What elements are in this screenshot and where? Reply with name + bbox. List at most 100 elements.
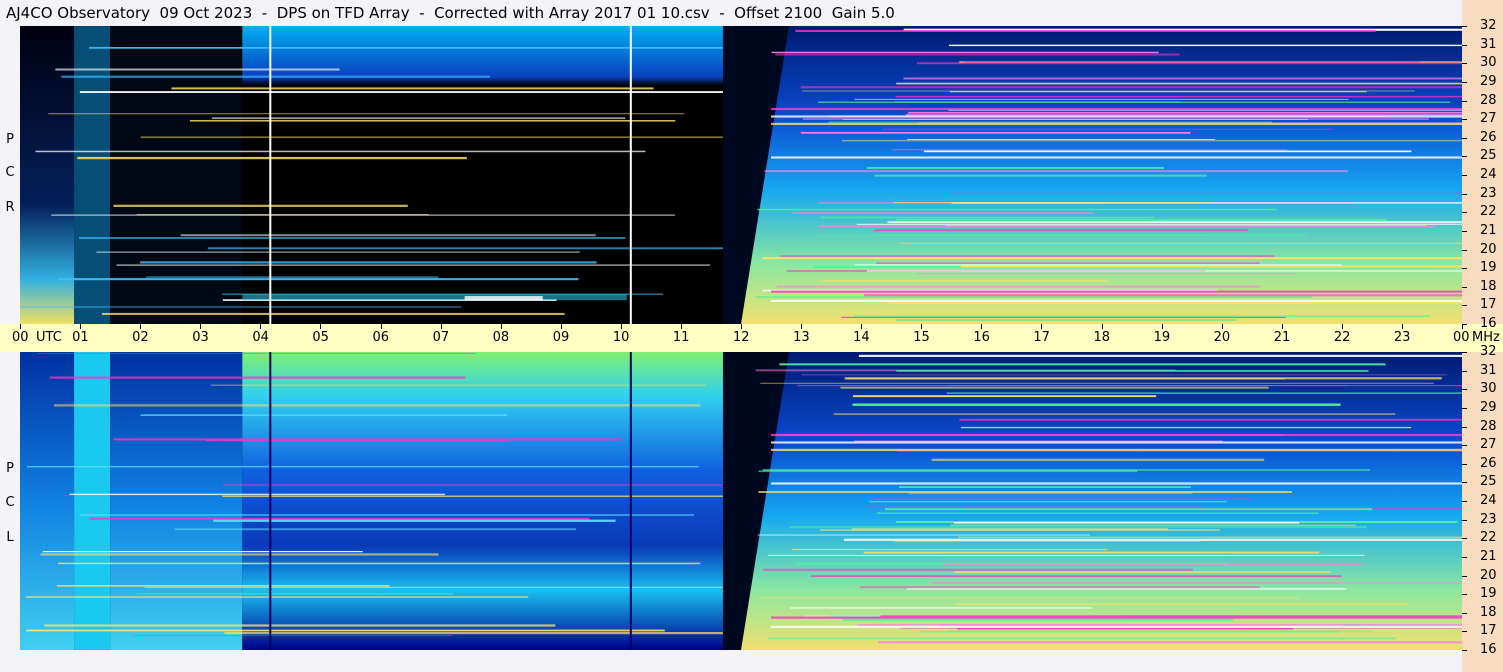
- emission-streak: [840, 386, 1269, 389]
- time-tick-mark: [200, 324, 202, 329]
- emission-streak: [900, 242, 1462, 244]
- night-streak: [61, 75, 490, 78]
- lcp-frequency-tick-label: 24: [1480, 493, 1497, 508]
- rcp-frequency-tick-mark: [1462, 230, 1467, 232]
- rcp-frequency-tick-label: 20: [1480, 241, 1497, 257]
- early-emission-region: [20, 352, 75, 650]
- rcp-spectrogram-panel: [20, 26, 1462, 324]
- emission-streak: [895, 318, 1236, 321]
- emission-streak: [876, 262, 1260, 264]
- emission-streak: [854, 264, 1342, 266]
- emission-streak: [906, 587, 1347, 590]
- emission-streak: [893, 202, 1211, 204]
- time-tick-mark: [80, 324, 82, 329]
- night-streak: [21, 306, 462, 308]
- emission-streak: [908, 111, 1462, 114]
- time-tick-mark: [1101, 324, 1103, 329]
- rcp-frequency-tick-label: 27: [1480, 111, 1497, 127]
- time-tick-mark: [1221, 324, 1223, 329]
- vertical-marker-line: [269, 352, 272, 650]
- rcp-frequency-tick-mark: [1462, 212, 1467, 214]
- emission-streak: [854, 98, 1349, 100]
- rcp-frequency-tick-mark: [1462, 286, 1467, 288]
- emission-streak: [895, 95, 1462, 98]
- lcp-frequency-tick-mark: [1462, 501, 1467, 502]
- emission-streak: [758, 470, 1138, 473]
- night-streak: [89, 517, 590, 520]
- lcp-spectrogram: [20, 352, 1462, 650]
- time-tick-label: 23: [1393, 330, 1411, 345]
- lcp-frequency-tick-label: 18: [1480, 604, 1497, 620]
- time-tick-label: 13: [793, 330, 810, 345]
- emission-streak: [854, 315, 1430, 317]
- night-streak: [174, 528, 577, 531]
- rcp-frequency-tick-mark: [1462, 324, 1467, 325]
- night-streak: [171, 87, 654, 90]
- rcp-frequency-tick-mark: [1462, 81, 1467, 83]
- time-tick-mark: [320, 324, 322, 329]
- emission-streak: [959, 418, 1462, 421]
- lcp-frequency-tick-mark: [1462, 407, 1467, 409]
- night-streak: [56, 585, 390, 587]
- emission-streak: [820, 216, 1155, 219]
- night-streak: [140, 414, 508, 416]
- lcp-frequency-tick-mark: [1462, 519, 1467, 521]
- time-tick-label: 22: [1333, 330, 1351, 345]
- emission-streak: [844, 377, 1442, 380]
- emission-streak: [843, 119, 1309, 120]
- lcp-frequency-tick-label: 32: [1480, 344, 1497, 359]
- emission-streak: [760, 382, 1434, 384]
- emission-streak: [792, 548, 1108, 551]
- emission-streak: [858, 354, 1462, 357]
- time-tick-label: 12: [733, 330, 750, 345]
- lcp-frequency-tick-label: 26: [1480, 455, 1497, 471]
- emission-streak: [891, 149, 1288, 151]
- lcp-frequency-tick-mark: [1462, 370, 1467, 372]
- emission-streak: [866, 506, 1202, 508]
- emission-streak: [945, 224, 1427, 226]
- lcp-frequency-tick-label: 28: [1480, 418, 1497, 434]
- time-tick-mark: [560, 324, 562, 329]
- night-streak: [146, 276, 439, 278]
- emission-streak: [866, 167, 1164, 169]
- time-tick-label: 17: [1033, 330, 1050, 345]
- time-tick-label: 20: [1213, 330, 1231, 345]
- lcp-frequency-tick-mark: [1462, 426, 1467, 428]
- emission-streak: [949, 44, 1462, 47]
- night-streak: [140, 261, 597, 264]
- emission-streak: [884, 508, 1373, 511]
- emission-streak: [874, 174, 1207, 177]
- rcp-frequency-tick-mark: [1462, 175, 1467, 176]
- rcp-frequency-tick-label: 25: [1480, 148, 1497, 164]
- emission-streak: [800, 132, 1191, 134]
- interference-band: [771, 290, 1462, 293]
- emission-streak: [887, 221, 1462, 224]
- night-streak: [140, 136, 723, 139]
- lcp-frequency-tick-label: 31: [1480, 362, 1497, 378]
- night-streak: [207, 247, 723, 250]
- lcp-frequency-tick-mark: [1462, 352, 1467, 353]
- rcp-frequency-tick-label: 23: [1480, 185, 1497, 201]
- rcp-frequency-tick-label: 21: [1480, 222, 1497, 238]
- rcp-frequency-tick-label: 32: [1480, 18, 1497, 33]
- emission-streak: [842, 618, 1233, 621]
- emission-streak: [817, 101, 1450, 103]
- emission-streak: [789, 526, 1367, 529]
- night-block: [242, 352, 723, 650]
- emission-streak: [811, 575, 1342, 577]
- rcp-frequency-tick-label: 26: [1480, 129, 1497, 145]
- emission-streak: [882, 128, 1333, 130]
- rcp-frequency-tick-mark: [1462, 305, 1467, 307]
- lcp-frequency-tick-mark: [1462, 556, 1467, 558]
- time-tick-mark: [440, 324, 442, 329]
- emission-streak: [851, 528, 1168, 531]
- rcp-frequency-tick-mark: [1462, 249, 1467, 251]
- emission-streak: [960, 265, 1462, 268]
- lcp-frequency-tick-mark: [1462, 594, 1467, 596]
- night-streak: [189, 120, 676, 122]
- time-tick-mark: [140, 324, 142, 329]
- emission-streak: [852, 395, 1157, 398]
- emission-streak: [852, 403, 1341, 406]
- emission-streak: [950, 524, 1356, 526]
- emission-streak: [758, 597, 1300, 599]
